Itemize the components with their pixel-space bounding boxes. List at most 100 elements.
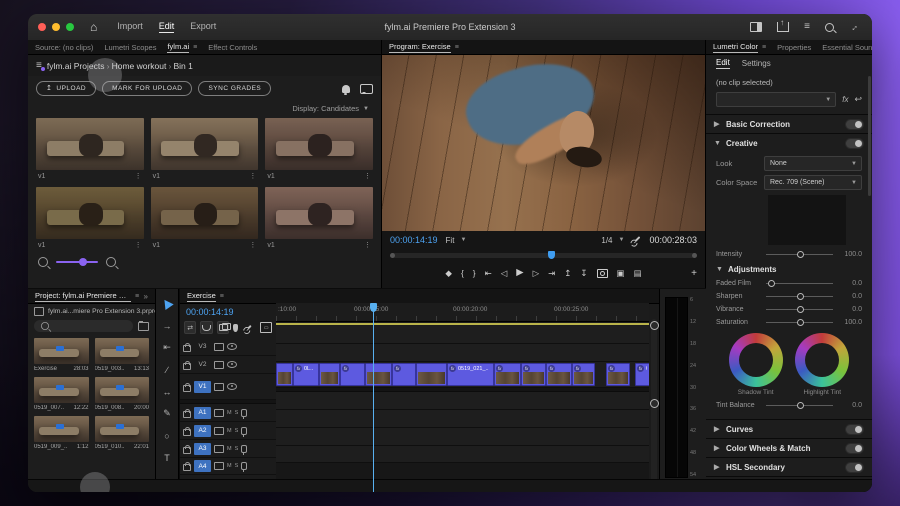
color-wheel-ring[interactable]: [795, 333, 849, 387]
slider-track[interactable]: [766, 405, 833, 406]
kebab-menu-icon[interactable]: ⋮: [249, 241, 256, 249]
track-header-a2[interactable]: A2MS: [180, 422, 276, 440]
track-target-button[interactable]: A2: [194, 425, 211, 437]
sync-lock-icon[interactable]: [214, 462, 224, 470]
hand-tool[interactable]: ○: [160, 429, 175, 442]
panel-layout-icon[interactable]: [750, 22, 762, 32]
track-header-v1[interactable]: V1: [180, 374, 276, 400]
track-target-button[interactable]: A3: [194, 443, 211, 455]
breadcrumb-item[interactable]: Bin 1: [174, 61, 193, 71]
shadow-tint-wheel[interactable]: Shadow Tint: [729, 333, 783, 396]
project-clip[interactable]: 0519_003..13:13: [95, 338, 150, 372]
upload-button[interactable]: ↥UPLOAD: [36, 81, 96, 96]
timeline-timecode[interactable]: 00:00:14:19: [180, 303, 276, 319]
reset-icon[interactable]: ↩: [854, 94, 862, 105]
candidate-thumbnail[interactable]: v1⋮: [151, 118, 259, 180]
project-clip[interactable]: Exercise28:03: [34, 338, 89, 372]
export-frame-button[interactable]: [597, 269, 608, 278]
mic-icon[interactable]: [241, 409, 247, 417]
tab-lumetri-color[interactable]: Lumetri Color≡: [713, 42, 766, 53]
nav-export[interactable]: Export: [190, 21, 216, 33]
slider-track[interactable]: [766, 322, 833, 323]
project-clip[interactable]: 0519_008..20:00: [95, 377, 150, 411]
breadcrumb-item[interactable]: fylm.ai Projects: [47, 61, 105, 71]
track-output-icon[interactable]: [227, 343, 237, 350]
panel-menu-icon[interactable]: ≡: [193, 44, 197, 51]
mic-icon[interactable]: [241, 445, 247, 453]
lock-icon[interactable]: [183, 385, 191, 392]
basic-correction-toggle[interactable]: [845, 119, 864, 130]
tab-essential-sound[interactable]: Essential Sound: [822, 43, 872, 52]
track-header-a3[interactable]: A3MS: [180, 440, 276, 458]
breadcrumb-item[interactable]: Home workout: [112, 61, 167, 71]
slider-knob[interactable]: [768, 280, 775, 287]
sync-lock-icon[interactable]: [214, 383, 224, 391]
slider-knob[interactable]: [797, 306, 804, 313]
comparison-view-button[interactable]: ▣: [617, 269, 625, 278]
highlight-tint-wheel[interactable]: Highlight Tint: [795, 333, 849, 396]
feedback-icon[interactable]: [360, 84, 373, 94]
bell-icon[interactable]: [342, 85, 350, 93]
mic-icon[interactable]: [241, 462, 247, 470]
project-clip[interactable]: 0519_009_..1:12: [34, 416, 89, 450]
lift-button[interactable]: ↥: [564, 269, 571, 278]
step-back-button[interactable]: ◁: [501, 269, 508, 278]
tab-source-no-clips-[interactable]: Source: (no clips): [35, 43, 93, 52]
candidate-thumbnail[interactable]: v1⋮: [36, 118, 144, 180]
tab-lumetri-scopes[interactable]: Lumetri Scopes: [104, 43, 156, 52]
slider-knob[interactable]: [797, 319, 804, 326]
snap-button[interactable]: [200, 321, 212, 334]
razor-tool[interactable]: ∕: [160, 363, 175, 376]
track-target-button[interactable]: A1: [194, 407, 211, 419]
mark-out-button[interactable]: }: [473, 269, 476, 278]
slider-knob[interactable]: [797, 293, 804, 300]
solo-button[interactable]: S: [235, 463, 239, 469]
section-toggle[interactable]: [845, 424, 864, 435]
insert-mode-button[interactable]: ⇄: [184, 321, 196, 334]
search-input[interactable]: [34, 320, 133, 332]
tab-program[interactable]: Program: Exercise ≡: [389, 42, 459, 53]
timeline-playhead[interactable]: [373, 303, 374, 492]
add-marker-icon[interactable]: [233, 324, 238, 332]
timeline-clip[interactable]: [365, 363, 392, 386]
program-scrubber[interactable]: [390, 250, 697, 260]
creative-header[interactable]: ▼ Creative: [706, 134, 872, 152]
timeline-clip[interactable]: fx0519_021_..: [447, 363, 494, 386]
scroll-handle[interactable]: [650, 399, 659, 408]
tab-fylm-ai[interactable]: fylm.ai≡: [167, 42, 197, 53]
scrubber-lane[interactable]: [390, 253, 697, 258]
track-header-v2[interactable]: V2: [180, 356, 276, 374]
display-filter[interactable]: Display: Candidates ▼: [28, 101, 381, 116]
track-select-forward-tool[interactable]: →: [160, 319, 175, 332]
search-icon[interactable]: [825, 23, 834, 32]
panel-menu-icon[interactable]: ≡: [455, 44, 459, 51]
timeline-clip[interactable]: [416, 363, 447, 386]
timeline-clip[interactable]: [276, 363, 293, 386]
nav-import[interactable]: Import: [117, 21, 143, 33]
mute-button[interactable]: M: [227, 410, 232, 416]
candidate-thumbnail[interactable]: v1⋮: [151, 187, 259, 249]
type-tool[interactable]: T: [160, 451, 175, 464]
panel-menu-icon[interactable]: ≡: [220, 293, 224, 300]
subtab-settings[interactable]: Settings: [742, 59, 771, 68]
scrollbar[interactable]: [868, 76, 871, 196]
panel-menu-icon[interactable]: ≡: [135, 293, 139, 300]
lock-icon[interactable]: [183, 447, 191, 454]
timeline-clip[interactable]: fx: [392, 363, 416, 386]
sync-lock-icon[interactable]: [214, 427, 224, 435]
timeline-clip[interactable]: fx: [572, 363, 595, 386]
track-header-a4[interactable]: A4MS: [180, 458, 276, 475]
extract-button[interactable]: ↧: [580, 269, 587, 278]
kebab-menu-icon[interactable]: ⋮: [364, 172, 371, 180]
lock-icon[interactable]: [183, 345, 191, 352]
section-toggle[interactable]: [845, 443, 864, 454]
pen-tool[interactable]: ✎: [160, 407, 175, 420]
track-output-icon[interactable]: [227, 383, 237, 390]
zoom-level-dropdown[interactable]: Fit ▼: [446, 236, 467, 245]
solo-button[interactable]: S: [235, 410, 239, 416]
zoom-window-button[interactable]: [66, 23, 74, 31]
candidate-thumbnail[interactable]: v1⋮: [265, 118, 373, 180]
fullscreen-icon[interactable]: ↔: [847, 20, 860, 33]
slider-track[interactable]: [766, 309, 833, 310]
scroll-handle[interactable]: [650, 321, 659, 330]
